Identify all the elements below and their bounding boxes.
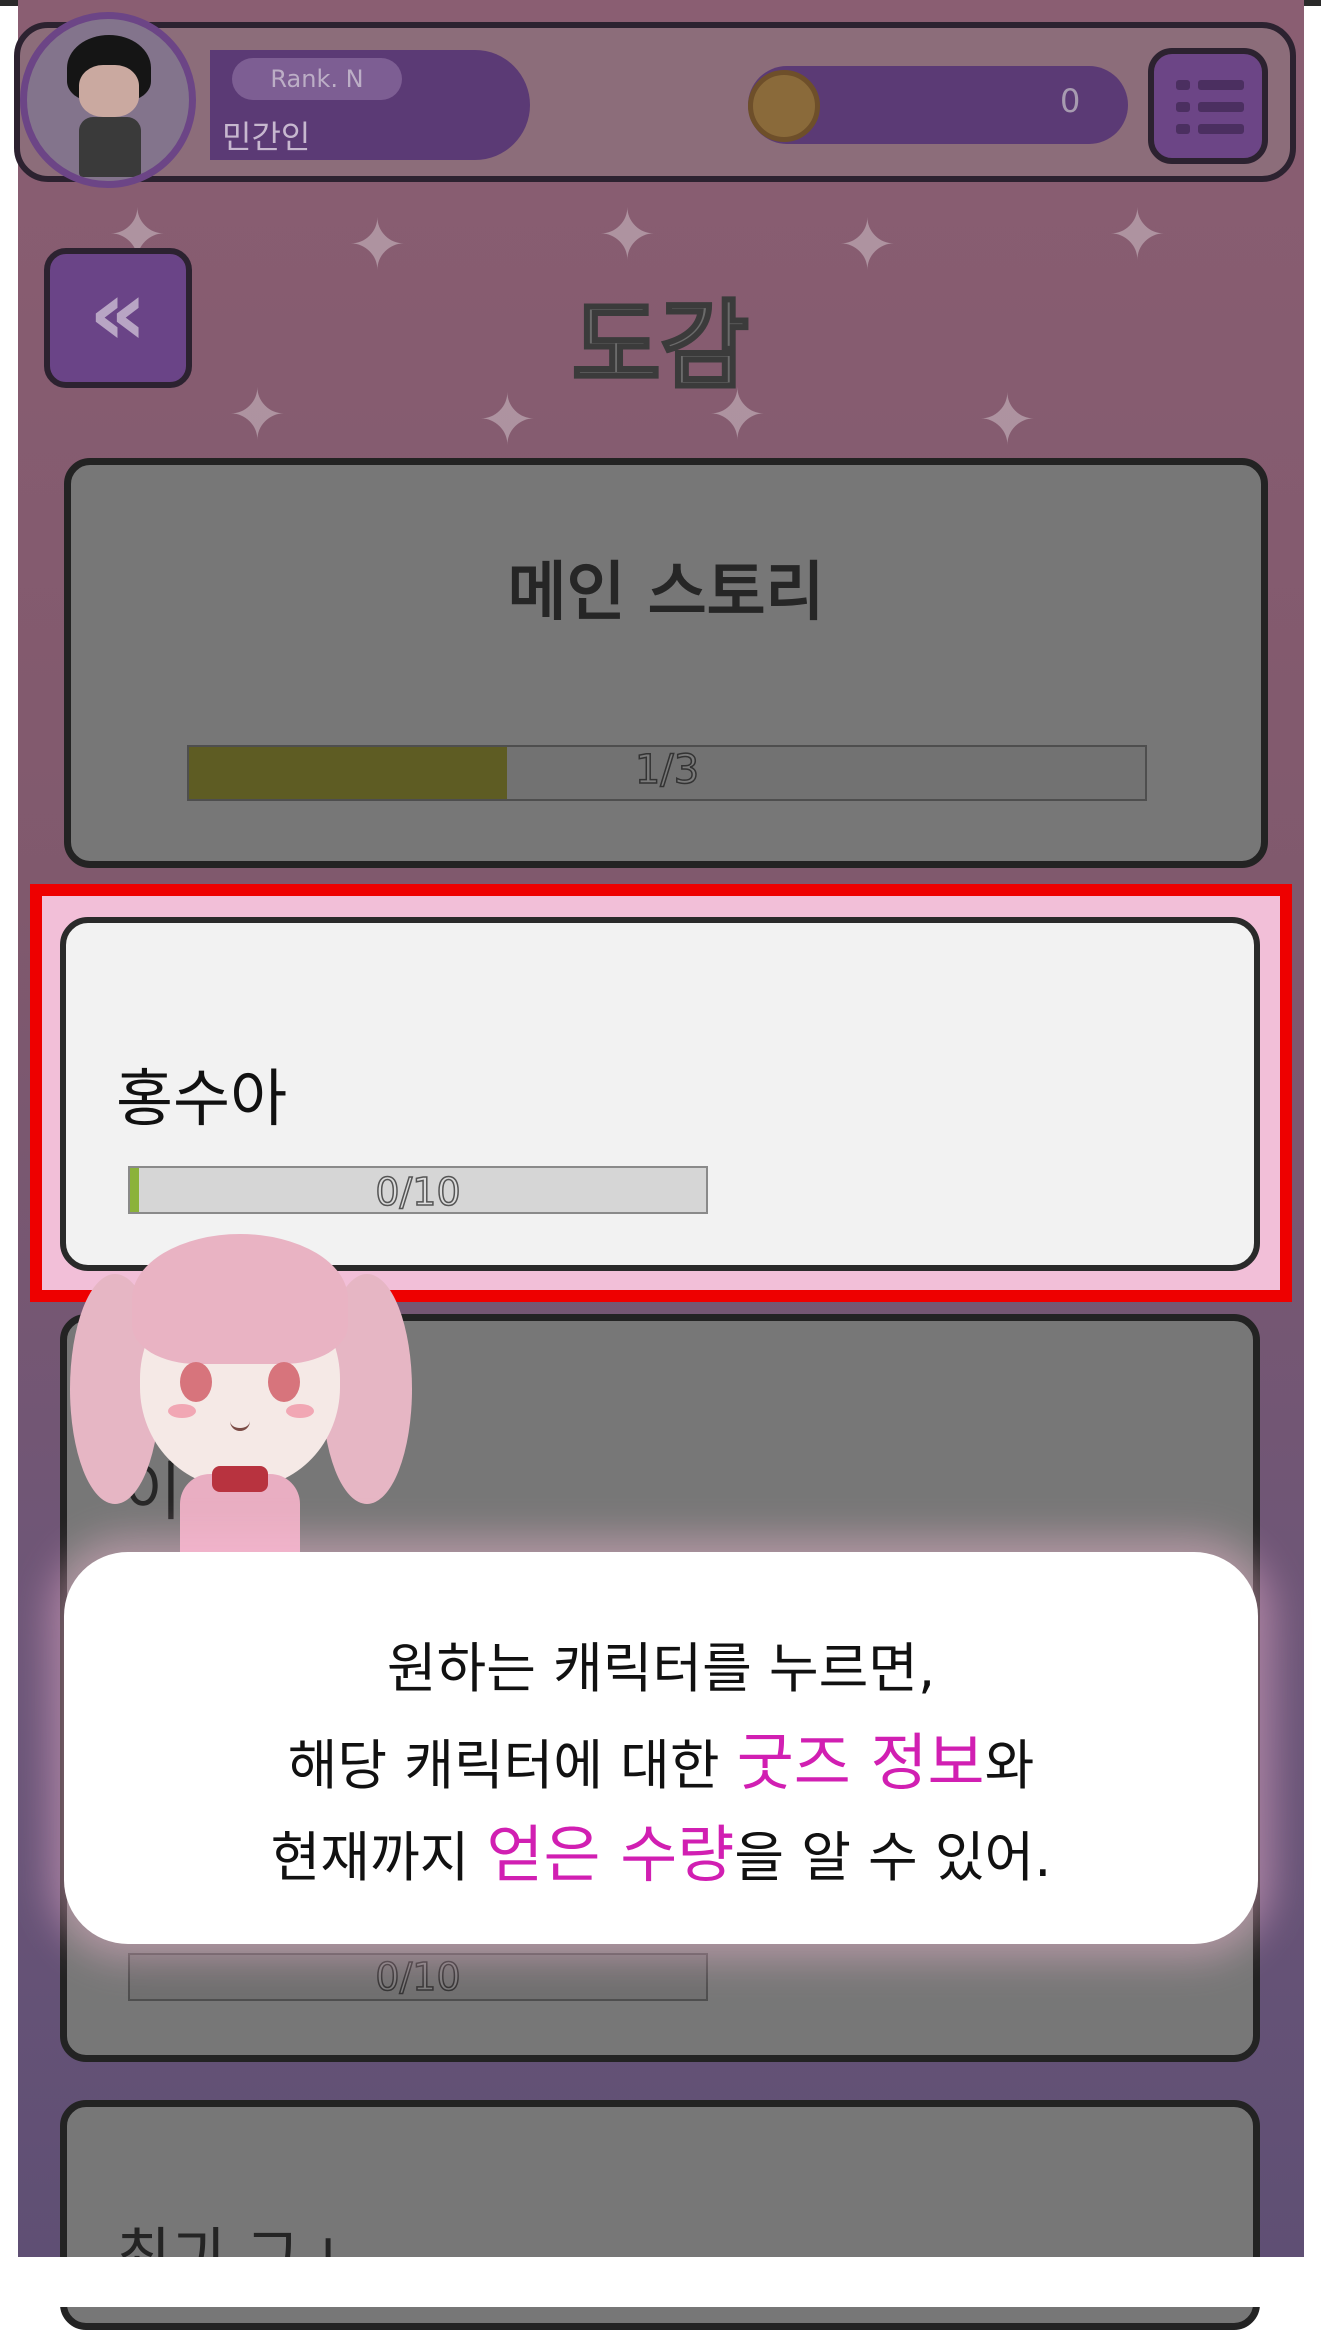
coin-icon — [748, 70, 820, 142]
card-title: 최긔 그ㅗ — [116, 2222, 356, 2257]
guide-character — [60, 1234, 420, 1584]
card-title: 메인 스토리 — [507, 556, 825, 630]
player-avatar[interactable] — [20, 12, 196, 188]
player-name: 민간인 — [222, 118, 311, 156]
progress-text: 0/10 — [375, 1954, 462, 2000]
coin-count: 0 — [1060, 82, 1081, 120]
dialog-highlight: 얻은 수량 — [486, 1818, 735, 1891]
dialog-line-2: 해당 캐릭터에 대한 굿즈 정보와 — [287, 1726, 1035, 1799]
progress-bar: 0/10 — [128, 1166, 708, 1215]
card-title: 홍수아 — [116, 1062, 288, 1135]
card-main-story[interactable]: 메인 스토리 1/3 — [64, 458, 1268, 868]
progress-bar: 0/10 — [128, 1953, 708, 2001]
page-title: 도감 — [571, 289, 751, 404]
rank-badge: Rank. N — [232, 58, 402, 100]
dialog-highlight: 굿즈 정보 — [736, 1726, 985, 1799]
bottom-margin — [0, 2257, 1321, 2307]
dialog-line-1: 원하는 캐릭터를 누르면, — [386, 1637, 936, 1700]
progress-text: 0/10 — [375, 1169, 462, 1215]
sparkle-icon: ✦ — [1108, 194, 1167, 276]
dialog-line-3: 현재까지 얻은 수량을 알 수 있어. — [270, 1818, 1052, 1891]
sparkle-icon: ✦ — [598, 194, 657, 276]
tutorial-dialog[interactable]: 원하는 캐릭터를 누르면, 해당 캐릭터에 대한 굿즈 정보와 현재까지 얻은 … — [64, 1552, 1258, 1944]
progress-bar: 1/3 — [187, 745, 1147, 801]
progress-text: 1/3 — [634, 746, 700, 794]
menu-button[interactable] — [1148, 48, 1268, 164]
